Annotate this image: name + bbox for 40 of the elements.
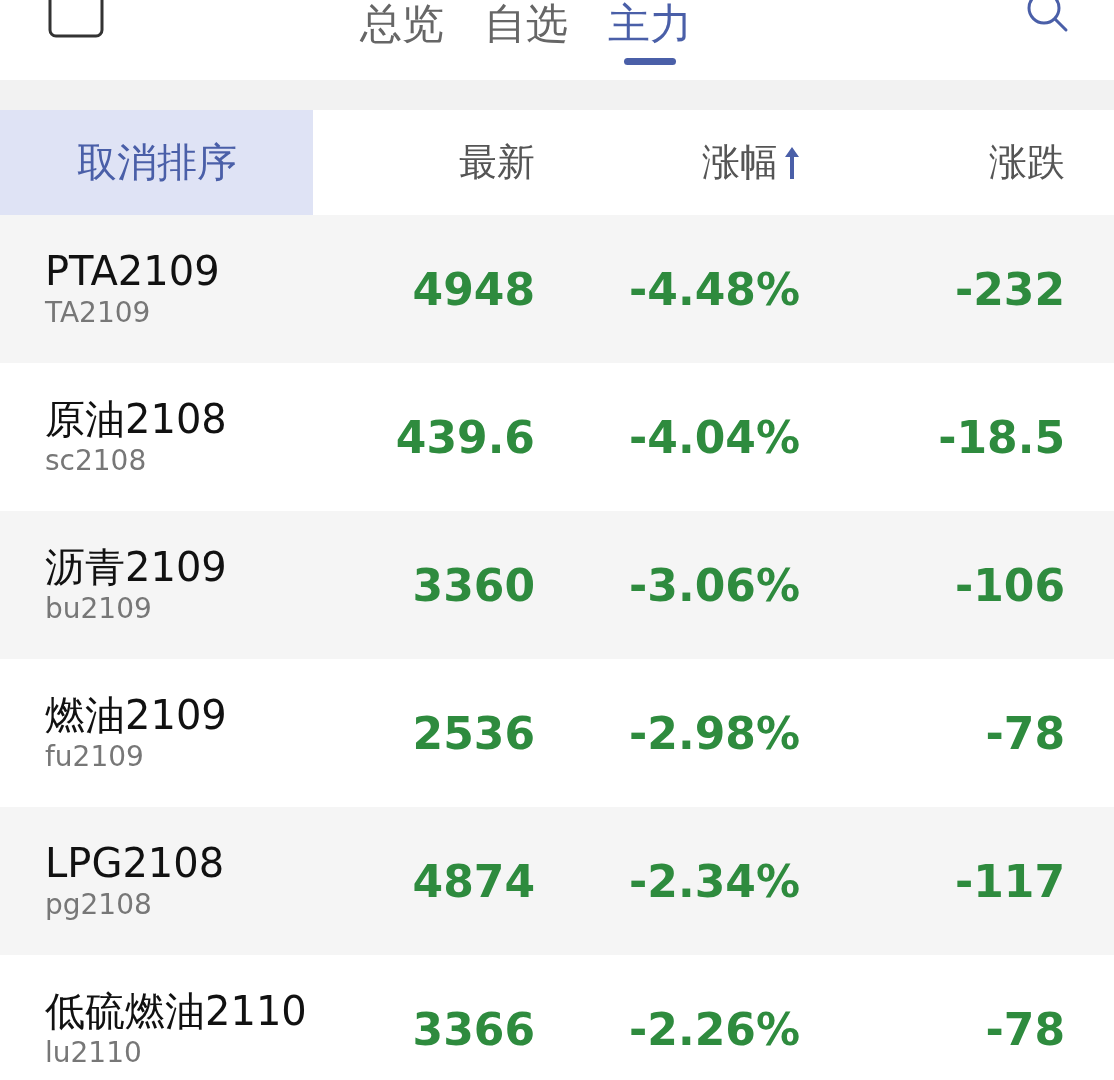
contract-name: PTA2109 — [45, 247, 221, 295]
tab[interactable]: 主力 — [602, 0, 698, 68]
quote-row[interactable]: 沥青2109 bu2109 3360 -3.06% -106 — [0, 511, 1114, 659]
cancel-sort-button[interactable]: 取消排序 — [0, 110, 313, 215]
contract-code: bu2109 — [45, 591, 153, 627]
price-change: -18.5 — [937, 411, 1065, 463]
change-percent: -2.26% — [628, 1003, 800, 1055]
change-percent: -4.04% — [628, 411, 800, 463]
tab[interactable]: 总览 — [354, 0, 450, 68]
change-percent: -2.34% — [628, 855, 800, 907]
contract-name: 原油2108 — [45, 395, 228, 443]
column-header[interactable]: 最新 — [459, 137, 535, 188]
column-header[interactable]: 涨跌 — [989, 137, 1065, 188]
quote-row[interactable]: PTA2109 TA2109 4948 -4.48% -232 — [0, 215, 1114, 363]
latest-price: 3366 — [411, 1003, 535, 1055]
quote-row[interactable]: LPG2108 pg2108 4874 -2.34% -117 — [0, 807, 1114, 955]
latest-price: 4874 — [411, 855, 535, 907]
contract-name: 低硫燃油2110 — [45, 987, 308, 1035]
price-change: -78 — [984, 707, 1065, 759]
column-header[interactable]: 涨幅 — [702, 137, 778, 188]
contract-code: sc2108 — [45, 443, 148, 479]
price-change: -117 — [953, 855, 1065, 907]
price-change: -78 — [984, 1003, 1065, 1055]
latest-price: 4948 — [411, 263, 535, 315]
contract-name: LPG2108 — [45, 839, 226, 887]
change-percent: -2.98% — [628, 707, 800, 759]
change-percent: -4.48% — [628, 263, 800, 315]
contract-name: 燃油2109 — [45, 691, 228, 739]
latest-price: 439.6 — [394, 411, 535, 463]
price-change: -232 — [953, 263, 1065, 315]
contract-code: TA2109 — [45, 295, 152, 331]
change-percent: -3.06% — [628, 559, 800, 611]
contract-code: lu2110 — [45, 1035, 143, 1071]
latest-price: 2536 — [411, 707, 535, 759]
contract-name: 沥青2109 — [45, 543, 228, 591]
tab[interactable]: 自选 — [478, 0, 574, 68]
contract-code: pg2108 — [45, 887, 153, 923]
contract-code: fu2109 — [45, 739, 145, 775]
latest-price: 3360 — [411, 559, 535, 611]
price-change: -106 — [953, 559, 1065, 611]
